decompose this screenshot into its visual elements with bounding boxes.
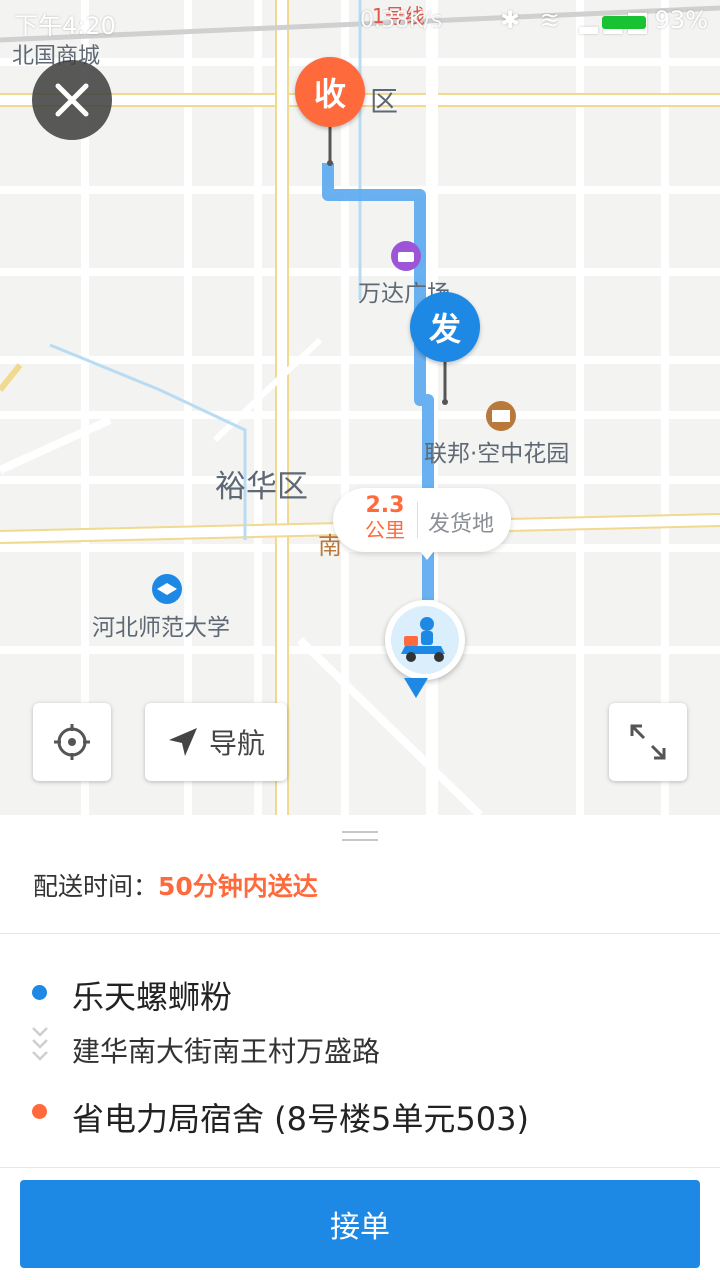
pickup-dot-icon — [32, 985, 47, 1000]
navigation-label: 导航 — [208, 727, 265, 760]
divider — [0, 933, 720, 934]
receive-pin: 收 — [295, 57, 365, 127]
drag-handle[interactable] — [342, 831, 378, 841]
distance-bubble: 2.3 公里 发货地 — [333, 488, 511, 560]
receive-pin-label: 收 — [313, 75, 346, 113]
battery-icon — [602, 16, 646, 29]
scooter-rider-icon — [401, 617, 445, 662]
chevron-down-icon — [32, 1027, 48, 1061]
rider-marker — [385, 600, 465, 680]
destination-dot-icon — [32, 1104, 47, 1119]
map-view[interactable]: 北国商城 1号线 区 万达广场 联邦·空中花园 裕华区 南 河北师范大学 下午4… — [0, 0, 720, 815]
navigation-arrow-icon — [168, 728, 197, 756]
status-bar: 下午4:20 0.38K/s ✱ ≋ ▂▄▆ 93% — [0, 0, 720, 44]
delivery-time-value: 50分钟内送达 — [158, 872, 318, 901]
locate-button[interactable] — [33, 703, 111, 781]
pickup-address: 建华南大街南王村万盛路 — [72, 1035, 381, 1068]
order-sheet: 配送时间：50分钟内送达 乐天螺蛳粉 建华南大街南王村万盛路 省电力局宿舍 (8… — [0, 815, 720, 1280]
status-speed: 0.38K/s — [360, 8, 443, 33]
distance-unit: 公里 — [365, 518, 405, 542]
expand-icon — [630, 724, 666, 760]
close-button[interactable] — [32, 60, 112, 140]
close-icon — [55, 83, 89, 117]
destination-address: 省电力局宿舍 (8号楼5单元503) — [72, 1100, 529, 1138]
battery-percent: 93% — [654, 6, 708, 34]
status-time: 下午4:20 — [14, 12, 116, 40]
distance-label: 发货地 — [428, 512, 495, 537]
poi-label-lianbang: 联邦·空中花园 — [424, 441, 570, 467]
delivery-time-label: 配送时间： — [33, 872, 159, 901]
navigation-button[interactable]: 导航 — [145, 703, 287, 781]
accept-order-button[interactable]: 接单 — [20, 1180, 700, 1268]
crosshair-icon — [54, 724, 90, 760]
rider-direction-icon — [404, 678, 428, 698]
distance-value: 2.3 — [365, 493, 405, 518]
send-pin: 发 — [410, 292, 480, 362]
district-label-yuhua: 裕华区 — [215, 469, 308, 505]
delivery-time: 配送时间：50分钟内送达 — [33, 867, 318, 903]
bubble-tail — [419, 550, 435, 560]
divider — [0, 1167, 720, 1168]
district-label: 区 — [370, 85, 399, 118]
distance-info: 2.3 公里 — [355, 493, 415, 543]
send-pin-label: 发 — [428, 310, 461, 348]
expand-map-button[interactable] — [609, 703, 687, 781]
accept-order-label: 接单 — [330, 1210, 390, 1245]
shop-name: 乐天螺蛳粉 — [72, 978, 233, 1016]
poi-label-university: 河北师范大学 — [92, 615, 230, 641]
bubble-divider — [417, 502, 418, 538]
